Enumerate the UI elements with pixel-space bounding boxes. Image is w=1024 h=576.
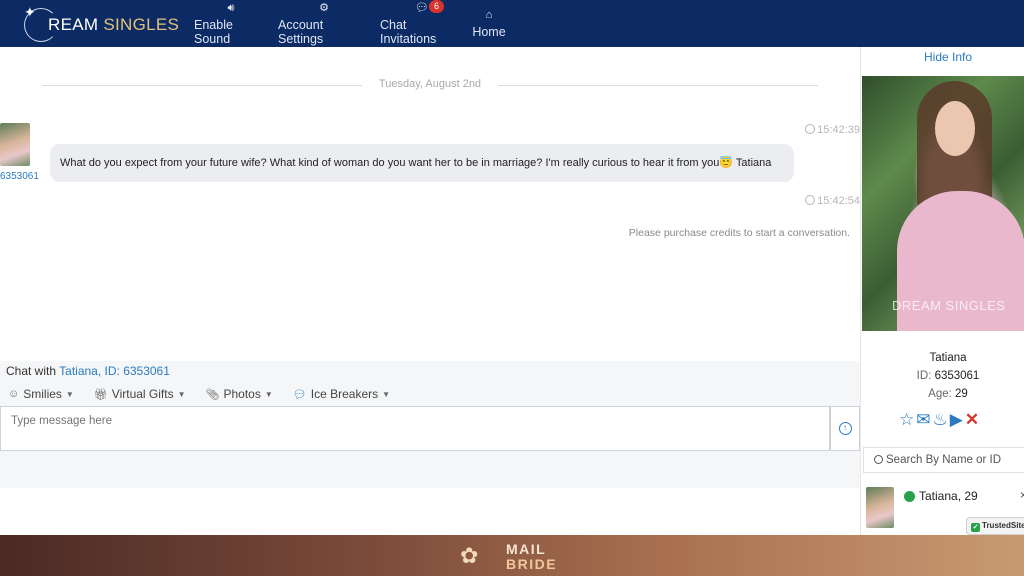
message-timestamp: 15:42:39 (805, 124, 860, 136)
photos-dropdown[interactable]: 📎︎ Photos ▼ (206, 385, 273, 403)
caret-down-icon: ▼ (65, 389, 74, 399)
dream-singles-logo[interactable]: ✦ REAM SINGLES (22, 4, 179, 42)
contact-name: Tatiana, 29 (919, 489, 978, 503)
purchase-credits-notice: Please purchase credits to start a conve… (628, 227, 850, 239)
ice-breakers-dropdown[interactable]: 💬︎ Ice Breakers ▼ (293, 385, 390, 403)
chat-partner-link[interactable]: Tatiana, ID: 6353061 (59, 364, 170, 378)
nav-label: Home (472, 25, 506, 39)
home-icon: ⌂ (485, 9, 493, 21)
chat-bubble-icon: 💬︎ 6 (415, 0, 445, 15)
profile-age: Age: 29 (928, 388, 968, 400)
nav-label: Chat Invitations (380, 18, 437, 46)
contact-avatar (866, 487, 894, 528)
notice-timestamp: 15:42:54 (805, 195, 860, 207)
invitations-count-badge: 6 (429, 0, 445, 13)
profile-photo[interactable]: DREAM SINGLES (862, 76, 1024, 331)
smiley-icon: ☺ (8, 388, 20, 400)
gears-icon: ⚙ (319, 2, 329, 14)
smilies-dropdown[interactable]: ☺ Smilies ▼ (8, 385, 74, 403)
profile-sidebar: Hide Info DREAM SINGLES Tatiana ID: 6353… (860, 47, 1024, 535)
video-off-icon[interactable]: ▶ (950, 411, 963, 429)
caret-down-icon: ▼ (177, 389, 186, 399)
caret-down-icon: ▼ (264, 389, 273, 399)
mail-icon[interactable]: ✉ (916, 411, 930, 429)
clock-icon (805, 195, 816, 205)
composer-toolbar: ☺ Smilies ▼ 🎁︎ Virtual Gifts ▼ 📎︎ Photos… (8, 385, 390, 403)
arrow-up-icon: ↑ (838, 422, 852, 435)
block-x-icon[interactable]: ✕ (965, 411, 979, 429)
paperclip-icon: 📎︎ (205, 388, 220, 401)
favorite-star-icon[interactable]: ☆ (899, 411, 914, 429)
hide-info-link[interactable]: Hide Info (861, 50, 1024, 64)
logo-text: REAM SINGLES (48, 15, 180, 34)
search-input[interactable]: Search By Name or ID (863, 447, 1024, 473)
caret-down-icon: ▼ (382, 389, 391, 399)
profile-id: ID: 6353061 (916, 370, 980, 382)
chat-with-label: Chat with Tatiana, ID: 6353061 (6, 364, 170, 378)
check-icon: ✓ (971, 523, 980, 532)
search-icon (874, 455, 883, 464)
profile-name: Tatiana (929, 352, 967, 364)
message-bubble: What do you expect from your future wife… (50, 144, 794, 182)
home-button[interactable]: ⌂ Home (472, 0, 506, 47)
gift-icon: 🎁︎ (93, 388, 108, 401)
send-button[interactable]: ↑ (830, 406, 860, 451)
close-icon[interactable]: × (1020, 488, 1024, 502)
flame-icon[interactable]: ♨ (933, 411, 948, 429)
date-separator: Tuesday, August 2nd (42, 78, 818, 92)
clock-icon (805, 124, 816, 134)
nav-label: Enable Sound (194, 18, 233, 46)
mail-bride-banner: ✿ MAIL BRIDE (0, 535, 1024, 576)
online-status-icon (904, 491, 915, 502)
speech-icon: 💬︎ (292, 388, 307, 401)
enable-sound-button[interactable]: 🔊︎ Enable Sound (194, 0, 268, 47)
sender-id-link[interactable]: 6353061 (0, 171, 39, 182)
chat-invitations-button[interactable]: 💬︎ 6 Chat Invitations (380, 0, 464, 47)
trusted-site-badge[interactable]: ✓ TrustedSite (966, 517, 1024, 535)
virtual-gifts-dropdown[interactable]: 🎁︎ Virtual Gifts ▼ (94, 385, 186, 403)
nav-label: Account Settings (278, 18, 324, 46)
message-input[interactable] (0, 406, 830, 451)
profile-actions: ☆ ✉ ♨ ▶ ✕ (899, 411, 979, 429)
top-navbar: ✦ REAM SINGLES 🔊︎ Enable Sound ⚙ Account… (0, 0, 1024, 47)
sound-icon: 🔊︎ (227, 2, 235, 14)
sender-avatar[interactable] (0, 123, 30, 166)
photo-watermark: DREAM SINGLES (892, 298, 1006, 313)
flower-icon: ✿ (460, 543, 479, 568)
message-composer: Chat with Tatiana, ID: 6353061 ☺ Smilies… (0, 361, 860, 488)
star-icon: ✦ (24, 4, 36, 20)
account-settings-button[interactable]: ⚙ Account Settings (278, 0, 370, 47)
date-label: Tuesday, August 2nd (378, 78, 482, 90)
